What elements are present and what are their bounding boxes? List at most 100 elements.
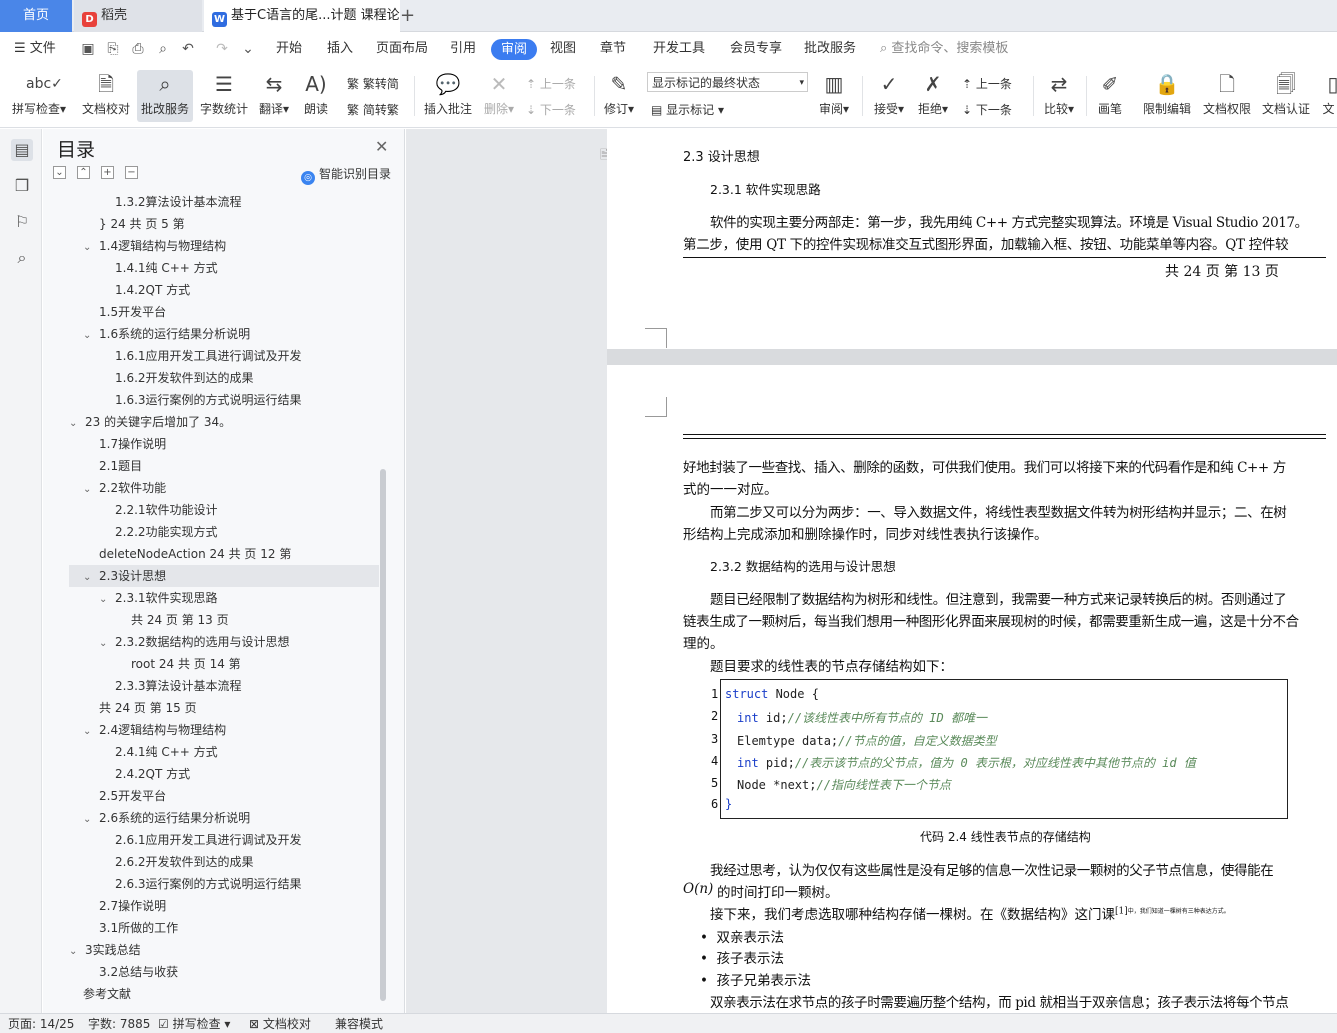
toc-item[interactable]: 2.1题目 [69,455,379,477]
toc-item[interactable]: } 24 共 页 5 第 [69,213,379,235]
expand-arrow-icon[interactable]: ⌄ [83,567,99,589]
expand-arrow-icon[interactable]: ⌄ [99,633,115,655]
expand-arrow-icon[interactable]: ⌄ [99,589,115,611]
add-level-icon[interactable]: + [101,166,114,179]
menu-page-layout[interactable]: 页面布局 [376,33,428,65]
menu-reference[interactable]: 引用 [450,33,476,65]
compare-button[interactable]: ⇄ 比较▾ [1040,70,1078,122]
status-spell-check[interactable]: ☑ 拼写检查 ▾ [158,1016,230,1032]
toc-item[interactable]: 2.6.2开发软件到达的成果 [69,851,379,873]
toc-item[interactable]: 1.3.2算法设计基本流程 [69,191,379,213]
restrict-edit-button[interactable]: 🔒 限制编辑 [1140,70,1194,122]
expand-all-icon[interactable]: ⌃ [77,166,90,179]
close-icon[interactable]: ✕ [375,137,388,156]
accept-button[interactable]: ✓ 接受▾ [870,70,908,122]
file-menu[interactable]: ☰ 文件 [14,33,56,65]
toc-item[interactable]: 1.5开发平台 [69,301,379,323]
toc-item[interactable]: 共 24 页 第 13 页 [69,609,379,631]
toc-item[interactable]: root 24 共 页 14 第 [69,653,379,675]
toc-item[interactable]: ⌄ 2.3.2数据结构的选用与设计思想 [69,631,379,653]
toc-item[interactable]: ⌄ 2.6系统的运行结果分析说明 [69,807,379,829]
save-icon[interactable]: ▣ [80,41,96,57]
toc-item[interactable]: 2.6.1应用开发工具进行调试及开发 [69,829,379,851]
toc-item[interactable]: 1.4.1纯 C++ 方式 [69,257,379,279]
prev-comment-button[interactable]: ⇡ 上一条 [526,74,576,94]
command-search[interactable]: ⌕ 查找命令、搜索模板 [880,33,1008,65]
citation-ref[interactable]: [1] [1115,907,1128,917]
toc-item[interactable]: 1.6.1应用开发工具进行调试及开发 [69,345,379,367]
toc-item[interactable]: 参考文献 [69,983,379,1005]
toc-item[interactable]: deleteNodeAction 24 共 页 12 第 [69,543,379,565]
menu-developer[interactable]: 开发工具 [653,33,705,65]
new-tab-button[interactable]: + [400,5,415,26]
reject-button[interactable]: ✗ 拒绝▾ [914,70,952,122]
smart-toc-button[interactable]: ◎ 智能识别目录 [301,165,391,185]
tab-daoke[interactable]: D 稻壳 [74,0,202,32]
toc-item[interactable]: ⌄ 2.2软件功能 [69,477,379,499]
doc-check-button[interactable]: 🗎 文档校对 [78,70,134,122]
menu-chapter[interactable]: 章节 [600,33,626,65]
bookmark-icon[interactable]: ⚐ [11,211,33,233]
expand-arrow-icon[interactable]: ⌄ [83,237,99,259]
collapse-all-icon[interactable]: ⌄ [53,166,66,179]
expand-arrow-icon[interactable]: ⌄ [69,941,85,963]
correction-service-button[interactable]: ⌕ 批改服务 [137,70,193,122]
toc-item[interactable]: 2.4.1纯 C++ 方式 [69,741,379,763]
toc-item[interactable]: 2.2.1软件功能设计 [69,499,379,521]
more-ribbon-button[interactable]: ▯ 文 [1320,70,1337,122]
word-count[interactable]: 字数: 7885 [88,1016,150,1032]
expand-arrow-icon[interactable]: ⌄ [83,325,99,347]
chapter-nav-icon[interactable]: ❒ [11,175,33,197]
next-comment-button[interactable]: ⇣ 下一条 [526,100,576,120]
toc-item[interactable]: 3.1所做的工作 [69,917,379,939]
page-indicator[interactable]: 页面: 14/25 [8,1016,74,1032]
track-changes-button[interactable]: ✎ 修订▾ [600,70,638,122]
toc-item[interactable]: 1.7操作说明 [69,433,379,455]
next-change-button[interactable]: ⇣ 下一条 [962,100,1012,120]
doc-cert-button[interactable]: 🗐 文档认证 [1259,70,1313,122]
menu-insert[interactable]: 插入 [327,33,353,65]
print-preview-icon[interactable]: ⌕ [155,41,171,57]
markup-mode-select[interactable]: 显示标记的最终状态 ▾ [647,72,808,92]
toc-scrollbar[interactable] [380,469,386,1001]
simp-to-trad-button[interactable]: 繁 简转繁 [347,100,399,120]
trad-to-simp-button[interactable]: 繁 繁转简 [347,74,399,94]
menu-view[interactable]: 视图 [550,33,576,65]
toc-item[interactable]: 1.6.2开发软件到达的成果 [69,367,379,389]
toc-item[interactable]: 2.4.2QT 方式 [69,763,379,785]
pen-button[interactable]: ✐ 画笔 [1093,70,1127,122]
toc-item[interactable]: 2.5开发平台 [69,785,379,807]
toc-item[interactable]: 2.6.3运行案例的方式说明运行结果 [69,873,379,895]
menu-start[interactable]: 开始 [276,33,302,65]
toc-panel-icon[interactable]: ▤ [11,139,33,161]
toc-item[interactable]: ⌄ 23 的关键字后增加了 34。 [69,411,379,433]
toc-item[interactable]: 3.2总结与收获 [69,961,379,983]
translate-button[interactable]: ⇆ 翻译▾ [256,70,292,122]
toc-item[interactable]: ⌄ 2.4逻辑结构与物理结构 [69,719,379,741]
remove-level-icon[interactable]: − [125,166,138,179]
toc-item[interactable]: 2.3.3算法设计基本流程 [69,675,379,697]
toc-item[interactable]: 1.4.2QT 方式 [69,279,379,301]
status-doc-check[interactable]: ⊠ 文档校对 [249,1016,311,1032]
find-icon[interactable]: ⌕ [11,247,33,269]
insert-comment-button[interactable]: 💬 插入批注 [422,70,474,122]
review-pane-button[interactable]: ▥ 审阅▾ [815,70,853,122]
delete-comment-button[interactable]: ✕ 删除▾ [480,70,518,122]
expand-arrow-icon[interactable]: ⌄ [83,721,99,743]
toc-item[interactable]: 共 24 页 第 15 页 [69,697,379,719]
prev-change-button[interactable]: ⇡ 上一条 [962,74,1012,94]
print-icon[interactable]: ⎙ [130,41,146,57]
toc-item[interactable]: ⌄ 1.6系统的运行结果分析说明 [69,323,379,345]
redo-icon[interactable]: ↷ [214,41,230,57]
tab-home[interactable]: 首页 [0,0,72,32]
doc-rights-button[interactable]: 🗋 文档权限 [1200,70,1254,122]
toc-item[interactable]: 2.2.2功能实现方式 [69,521,379,543]
toc-item[interactable]: ⌄ 3实践总结 [69,939,379,961]
menu-correction[interactable]: 批改服务 [804,33,856,65]
read-aloud-button[interactable]: A) 朗读 [298,70,334,122]
menu-review[interactable]: 审阅 [491,39,538,60]
spell-check-button[interactable]: abc✓ 拼写检查▾ [8,70,70,122]
tab-document[interactable]: W 基于C语言的尾...计题 课程论文 [204,0,400,32]
toc-item[interactable]: ⌄ 2.3.1软件实现思路 [69,587,379,609]
show-markup-button[interactable]: ▤ 显示标记 ▾ [651,100,724,120]
